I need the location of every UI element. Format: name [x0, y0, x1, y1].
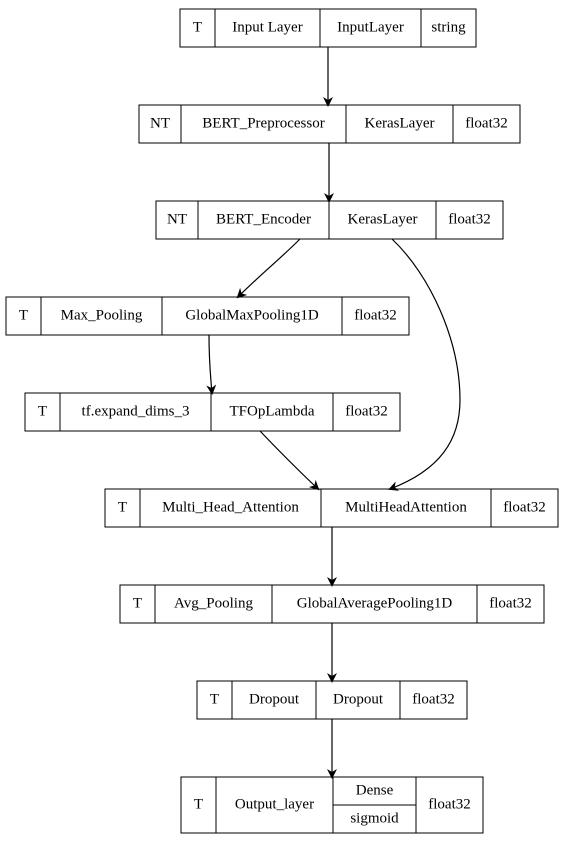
avgpool-name: Avg_Pooling — [174, 595, 253, 611]
edge-encoder-to-maxpool — [238, 239, 300, 297]
maxpool-dtype: float32 — [354, 307, 397, 323]
mha-name: Multi_Head_Attention — [162, 499, 299, 515]
input-dtype: string — [431, 19, 466, 35]
mha-type: MultiHeadAttention — [345, 499, 467, 515]
encoder-dtype: float32 — [448, 211, 491, 227]
input-type: InputLayer — [337, 19, 404, 35]
preproc-name: BERT_Preprocessor — [202, 115, 324, 131]
node-multi-head-attention: T Multi_Head_Attention MultiHeadAttentio… — [105, 489, 558, 527]
edge-maxpool-to-expand — [209, 335, 212, 393]
expand-name: tf.expand_dims_3 — [82, 403, 190, 419]
node-dropout: T Dropout Dropout float32 — [197, 681, 467, 719]
dropout-trainable: T — [210, 691, 219, 707]
node-output-layer: T Output_layer Dense sigmoid float32 — [181, 777, 483, 833]
expand-trainable: T — [38, 403, 47, 419]
dropout-type: Dropout — [333, 691, 384, 707]
expand-type: TFOpLambda — [230, 403, 315, 419]
node-expand-dims: T tf.expand_dims_3 TFOpLambda float32 — [25, 393, 400, 431]
edge-expand-to-mha — [260, 431, 318, 489]
encoder-name: BERT_Encoder — [216, 211, 311, 227]
mha-dtype: float32 — [503, 499, 546, 515]
output-trainable: T — [194, 796, 203, 812]
maxpool-trainable: T — [19, 307, 28, 323]
mha-trainable: T — [118, 499, 127, 515]
encoder-type: KerasLayer — [348, 211, 418, 227]
edge-encoder-to-mha — [390, 239, 460, 489]
maxpool-name: Max_Pooling — [61, 307, 143, 323]
maxpool-type: GlobalMaxPooling1D — [185, 307, 318, 323]
output-name: Output_layer — [235, 796, 314, 812]
avgpool-trainable: T — [133, 595, 142, 611]
preproc-type: KerasLayer — [365, 115, 435, 131]
dropout-name: Dropout — [249, 691, 300, 707]
expand-dtype: float32 — [345, 403, 388, 419]
output-dtype: float32 — [428, 796, 471, 812]
encoder-trainable: NT — [167, 211, 187, 227]
dropout-dtype: float32 — [412, 691, 455, 707]
output-type: Dense — [356, 782, 394, 798]
node-max-pooling: T Max_Pooling GlobalMaxPooling1D float32 — [6, 297, 409, 335]
model-architecture-diagram: T Input Layer InputLayer string NT BERT_… — [0, 0, 571, 852]
input-name: Input Layer — [232, 19, 302, 35]
preproc-trainable: NT — [150, 115, 170, 131]
node-avg-pooling: T Avg_Pooling GlobalAveragePooling1D flo… — [120, 585, 544, 623]
node-input-layer: T Input Layer InputLayer string — [180, 9, 476, 47]
node-bert-encoder: NT BERT_Encoder KerasLayer float32 — [156, 201, 503, 239]
input-trainable: T — [193, 19, 202, 35]
avgpool-type: GlobalAveragePooling1D — [297, 595, 453, 611]
output-activation: sigmoid — [350, 810, 399, 826]
avgpool-dtype: float32 — [489, 595, 532, 611]
node-bert-preprocessor: NT BERT_Preprocessor KerasLayer float32 — [139, 105, 520, 143]
preproc-dtype: float32 — [465, 115, 508, 131]
